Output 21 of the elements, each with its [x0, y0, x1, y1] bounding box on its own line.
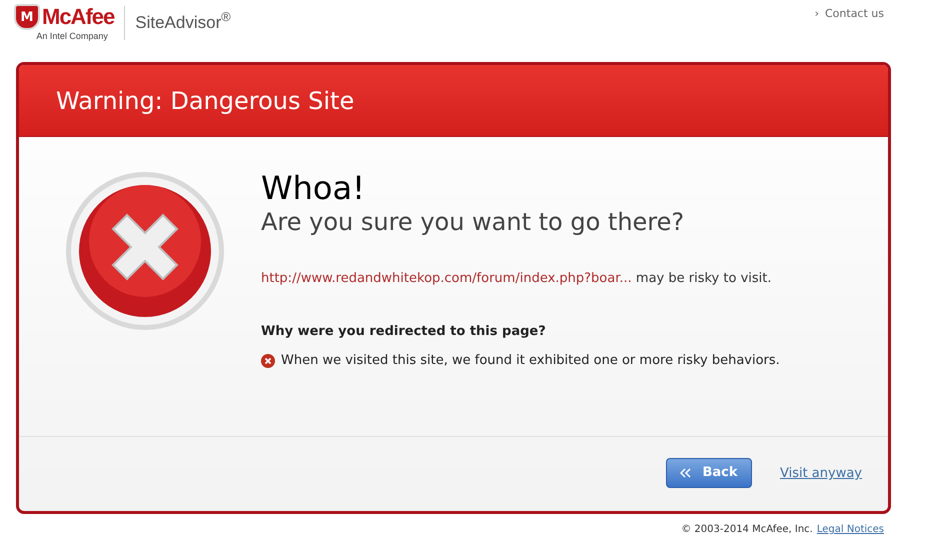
subheading: Are you sure you want to go there? [261, 207, 686, 237]
double-chevron-icon [680, 468, 692, 478]
error-icon [261, 354, 275, 368]
chevron-icon: › [814, 6, 819, 22]
legal-notices-link[interactable]: Legal Notices [816, 522, 884, 537]
copyright-text: © 2003-2014 McAfee, Inc. [681, 523, 813, 537]
contact-text: Contact us [825, 6, 884, 22]
contact-link[interactable]: › Contact us [814, 6, 884, 22]
whoa-heading: Whoa! [261, 169, 366, 207]
risk-sentence: http://www.redandwhitekop.com/forum/index.php?boar... may be risky to visit. [261, 270, 772, 288]
brand-tagline: An Intel Company [36, 32, 108, 41]
back-button[interactable]: Back [666, 458, 752, 488]
warning-title: Warning: Dangerous Site [56, 86, 354, 116]
logo-mark: M [20, 10, 34, 24]
error-cross-icon [65, 171, 225, 331]
redirect-question: Why were you redirected to this page? [261, 322, 547, 340]
brand-name: McAfee [42, 6, 114, 28]
visit-anyway-link[interactable]: Visit anyway [780, 464, 862, 484]
reason-text: When we visited this site, we found it exhibited one or more risky behaviors. [281, 352, 780, 370]
product-name: SiteAdvisor$^{®}$ [135, 10, 231, 34]
site-url-link[interactable]: http://www.redandwhitekop.com/forum/index.php?boar... [261, 271, 632, 286]
